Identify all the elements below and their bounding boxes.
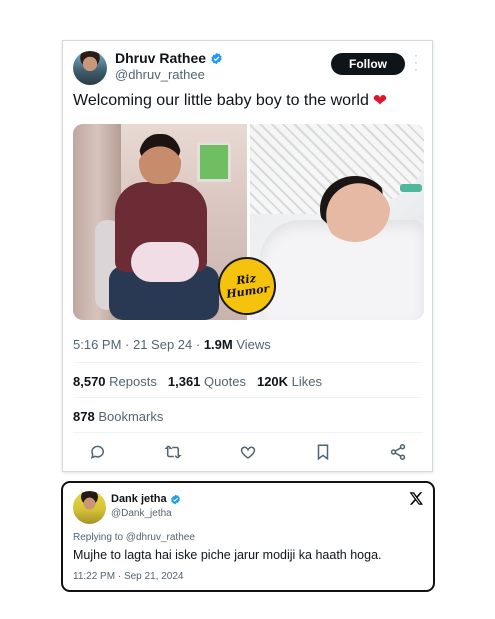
verified-badge-icon — [170, 494, 180, 504]
reply-text: Mujhe to lagta hai iske piche jarur modi… — [73, 548, 382, 562]
tweet-date[interactable]: 21 Sep 24 — [133, 337, 192, 352]
likes-stat[interactable]: 120K Likes — [257, 374, 322, 389]
author-name[interactable]: Dhruv Rathee — [115, 50, 206, 66]
follow-button[interactable]: Follow — [331, 53, 405, 75]
x-logo-icon — [409, 492, 423, 505]
like-icon[interactable] — [239, 443, 257, 461]
likes-count: 120K — [256, 374, 289, 389]
author-handle[interactable]: @dhruv_rathee — [115, 67, 205, 82]
photo-baby-head — [320, 176, 390, 242]
tweet-actions-bar — [89, 443, 407, 461]
views-count: 1.9M — [203, 337, 233, 352]
reply-author-name[interactable]: Dank jetha — [111, 493, 167, 505]
tweet-time[interactable]: 5:16 PM — [73, 337, 121, 352]
divider — [73, 362, 423, 363]
engagement-stats: 8,570 Reposts 1,361 Quotes 120K Likes — [73, 374, 322, 389]
quotes-stat[interactable]: 1,361 Quotes — [168, 374, 246, 389]
author-avatar[interactable] — [73, 51, 107, 85]
reply-icon[interactable] — [89, 443, 107, 461]
verified-badge-icon — [211, 52, 222, 64]
reply-author-avatar[interactable] — [73, 491, 106, 524]
bookmarks-count: 878 — [73, 409, 95, 424]
quotes-count: 1,361 — [167, 374, 201, 389]
reply-author-handle[interactable]: @Dank_jetha — [111, 508, 172, 519]
reposts-label: Reposts — [109, 374, 157, 389]
replying-to-label: Replying to @dhruv_rathee — [73, 532, 195, 543]
reposts-count: 8,570 — [73, 374, 106, 389]
bookmarks-label: Bookmarks — [98, 409, 164, 424]
quotes-label: Quotes — [204, 374, 246, 389]
tweet-text: Welcoming our little baby boy to the wor… — [73, 92, 369, 109]
repost-icon[interactable] — [164, 443, 182, 461]
reposts-stat[interactable]: 8,570 Reposts — [73, 374, 157, 389]
bookmarks-stat[interactable]: 878 Bookmarks — [73, 409, 163, 424]
tweet-text-row: Welcoming our little baby boy to the wor… — [73, 91, 387, 111]
bookmark-icon[interactable] — [314, 443, 332, 461]
share-icon[interactable] — [389, 443, 407, 461]
likes-label: Likes — [291, 374, 323, 389]
watermark-line-2: Humor — [225, 282, 271, 301]
photo-window — [197, 142, 231, 182]
photo-baby-wrapped — [131, 242, 199, 282]
reply-timestamp[interactable]: 11:22 PM · Sep 21, 2024 — [73, 571, 183, 582]
divider — [73, 432, 423, 433]
divider — [73, 397, 423, 398]
main-tweet-card: Dhruv Rathee @dhruv_rathee Follow · · · We… — [62, 40, 433, 472]
red-heart-emoji: ❤ — [372, 91, 388, 110]
views-label: Views — [236, 337, 271, 352]
reply-tweet-card: Dank jetha @Dank_jetha Replying to @dhru… — [61, 481, 435, 592]
author-name-row[interactable]: Dhruv Rathee — [115, 50, 223, 66]
tweet-timestamp-views: 5:16 PM · 21 Sep 24 · 1.9M Views — [73, 337, 271, 352]
photo-man-head — [139, 134, 181, 184]
reply-author-name-row[interactable]: Dank jetha — [111, 493, 181, 505]
photo-sleeping-baby[interactable] — [250, 124, 424, 320]
photo-sensor — [400, 184, 422, 192]
more-options-icon[interactable]: · · · — [413, 51, 419, 76]
tweet-media[interactable]: Riz Humor — [73, 124, 424, 320]
